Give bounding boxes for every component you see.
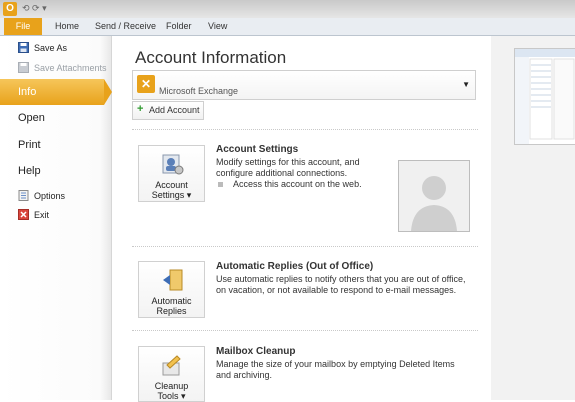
nav-info[interactable]: Info bbox=[0, 79, 112, 105]
nav-help-label: Help bbox=[18, 165, 41, 177]
account-settings-button[interactable]: Account Settings ▾ bbox=[138, 145, 205, 202]
automatic-replies-button[interactable]: Automatic Replies bbox=[138, 261, 205, 318]
nav-save-as[interactable]: Save As bbox=[0, 39, 111, 57]
mailbox-cleanup-title: Mailbox Cleanup bbox=[216, 346, 296, 357]
bullet-icon bbox=[218, 182, 223, 188]
nav-print[interactable]: Print bbox=[0, 132, 111, 158]
page-title: Account Information bbox=[135, 48, 287, 67]
account-web-access-text: Access this account on the web. bbox=[233, 179, 362, 189]
add-account-label: Add Account bbox=[149, 105, 200, 115]
cleanup-tools-icon bbox=[162, 355, 181, 376]
automatic-replies-line2: Replies bbox=[156, 306, 187, 316]
nav-options-label: Options bbox=[34, 191, 66, 201]
divider bbox=[132, 129, 478, 130]
info-panel: Account Information ✕ Microsoft Exchange… bbox=[112, 36, 490, 402]
account-settings-desc: Modify settings for this account, and co… bbox=[216, 157, 360, 178]
save-as-icon bbox=[18, 42, 29, 53]
nav-save-attachments-label: Save Attachments bbox=[34, 63, 107, 73]
backstage-nav: Save As Save Attachments Info Open Print… bbox=[0, 36, 112, 400]
options-icon bbox=[18, 190, 29, 201]
mailbox-preview-thumbnail bbox=[514, 48, 575, 145]
divider bbox=[132, 330, 478, 331]
automatic-replies-title: Automatic Replies (Out of Office) bbox=[216, 261, 374, 272]
divider bbox=[132, 246, 478, 247]
nav-help[interactable]: Help bbox=[0, 158, 111, 184]
quick-access-toolbar[interactable]: ⟲ ⟳ ▾ bbox=[22, 3, 62, 15]
account-selector[interactable]: ✕ Microsoft Exchange ▼ bbox=[132, 70, 476, 100]
mailbox-cleanup-desc: Manage the size of your mailbox by empty… bbox=[216, 359, 455, 380]
account-settings-title: Account Settings bbox=[216, 144, 299, 155]
automatic-replies-icon bbox=[162, 269, 182, 291]
mailbox-preview-image bbox=[515, 49, 575, 144]
tab-folder[interactable]: Folder bbox=[166, 18, 192, 35]
nav-open[interactable]: Open bbox=[0, 105, 111, 131]
cleanup-tools-button[interactable]: Cleanup Tools ▾ bbox=[138, 346, 205, 402]
cleanup-tools-line2: Tools ▾ bbox=[157, 391, 186, 401]
title-bar: O ⟲ ⟳ ▾ bbox=[0, 0, 575, 18]
nav-save-attachments: Save Attachments bbox=[0, 59, 111, 77]
nav-exit[interactable]: Exit bbox=[0, 206, 111, 224]
add-account-button[interactable]: + Add Account bbox=[132, 101, 204, 120]
tab-view[interactable]: View bbox=[208, 18, 227, 35]
nav-save-as-label: Save As bbox=[34, 43, 68, 53]
nav-print-label: Print bbox=[18, 139, 41, 151]
tab-file[interactable]: File bbox=[4, 18, 42, 35]
avatar[interactable] bbox=[398, 160, 470, 232]
automatic-replies-line1: Automatic bbox=[151, 296, 192, 306]
nav-options[interactable]: Options bbox=[0, 187, 111, 205]
account-settings-icon bbox=[162, 154, 183, 175]
right-pane bbox=[491, 36, 575, 400]
account-selector-value: Microsoft Exchange bbox=[159, 86, 239, 96]
save-attachments-icon bbox=[18, 62, 29, 73]
account-settings-line1: Account bbox=[155, 180, 188, 190]
add-icon: + bbox=[137, 103, 144, 115]
outlook-icon[interactable]: O bbox=[3, 2, 17, 16]
user-silhouette-icon bbox=[399, 161, 469, 231]
account-settings-line2-text: Settings bbox=[151, 190, 185, 200]
account-web-access[interactable]: Access this account on the web. bbox=[218, 179, 362, 189]
automatic-replies-desc: Use automatic replies to notify others t… bbox=[216, 274, 466, 295]
tab-home[interactable]: Home bbox=[55, 18, 79, 35]
cleanup-tools-line1: Cleanup bbox=[154, 381, 189, 391]
tab-send-receive[interactable]: Send / Receive bbox=[95, 18, 156, 35]
chevron-down-icon: ▼ bbox=[462, 80, 470, 89]
nav-open-label: Open bbox=[18, 112, 45, 124]
nav-info-label: Info bbox=[18, 86, 37, 98]
ribbon-tabs: File Home Send / Receive Folder View bbox=[0, 18, 575, 36]
exchange-icon: ✕ bbox=[137, 75, 155, 93]
exit-icon bbox=[18, 209, 29, 220]
account-settings-line2: Settings ▾ bbox=[151, 190, 192, 200]
nav-exit-label: Exit bbox=[34, 210, 50, 220]
